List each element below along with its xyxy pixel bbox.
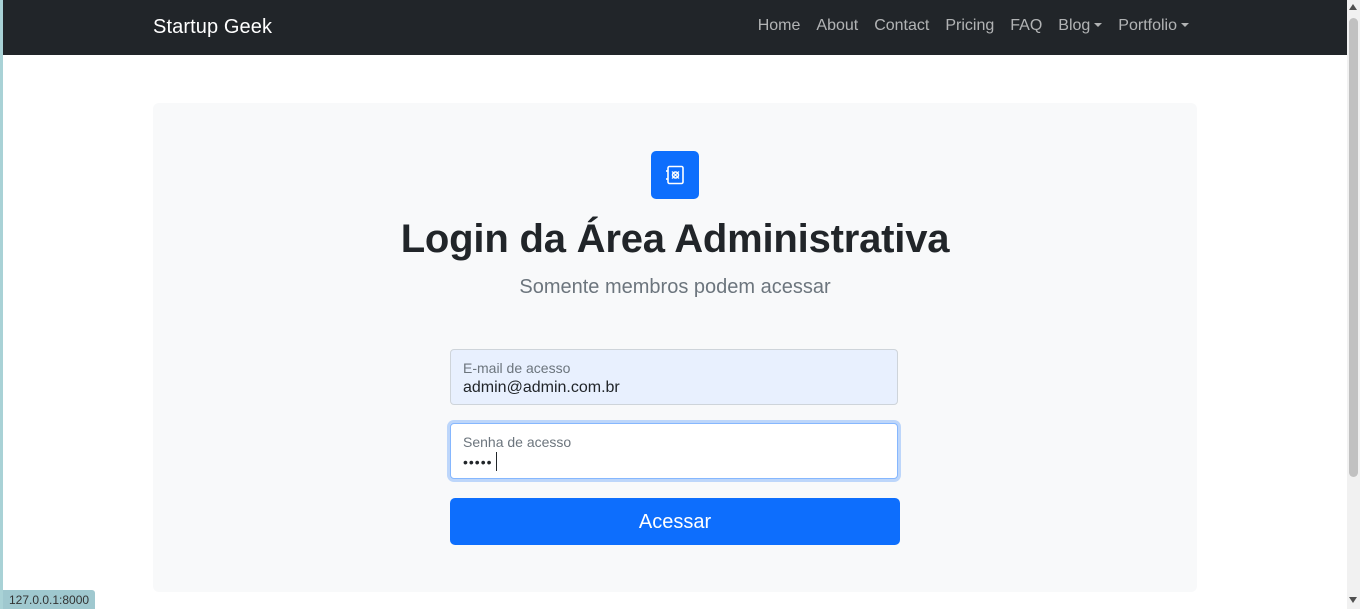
nav-link-pricing[interactable]: Pricing [945,17,994,35]
vertical-scrollbar[interactable] [1347,0,1360,609]
nav-link-contact[interactable]: Contact [874,17,929,35]
caret-down-icon [1094,23,1103,27]
nav-link-faq[interactable]: FAQ [1010,17,1042,35]
page-subtitle: Somente membros podem acessar [519,276,831,298]
submit-button[interactable]: Acessar [450,498,900,545]
scrollbar-thumb[interactable] [1349,18,1358,477]
nav-dropdown-blog-label: Blog [1058,17,1091,34]
password-field[interactable]: Senha de acesso ••••• [450,423,898,479]
nav-menu: Home About Contact Pricing FAQ Blog Port… [742,17,1189,35]
safe-logo-badge [651,151,699,199]
password-field-value[interactable]: ••••• [463,454,493,470]
safe-icon [666,165,684,185]
brand-logo-text[interactable]: Startup Geek [153,16,272,39]
nav-link-home[interactable]: Home [758,17,801,35]
email-field-value[interactable]: admin@admin.com.br [463,379,620,397]
nav-link-about[interactable]: About [816,17,858,35]
nav-dropdown-portfolio[interactable]: Portfolio [1118,17,1189,35]
scroll-down-arrow-icon[interactable] [1349,597,1357,603]
top-navbar: Startup Geek Home About Contact Pricing … [3,0,1347,55]
window-edge [0,0,3,609]
login-card: Login da Área Administrativa Somente mem… [153,103,1197,592]
page-title: Login da Área Administrativa [400,217,950,261]
email-field-label: E-mail de acesso [463,360,571,376]
scroll-up-arrow-icon[interactable] [1349,4,1357,10]
caret-down-icon [1181,23,1189,27]
nav-dropdown-blog[interactable]: Blog [1058,17,1103,35]
status-bar-url: 127.0.0.1:8000 [3,590,96,609]
text-cursor [496,452,497,471]
email-field[interactable]: E-mail de acesso admin@admin.com.br [450,349,898,405]
password-field-label: Senha de acesso [463,434,572,450]
nav-dropdown-portfolio-label: Portfolio [1118,17,1177,34]
